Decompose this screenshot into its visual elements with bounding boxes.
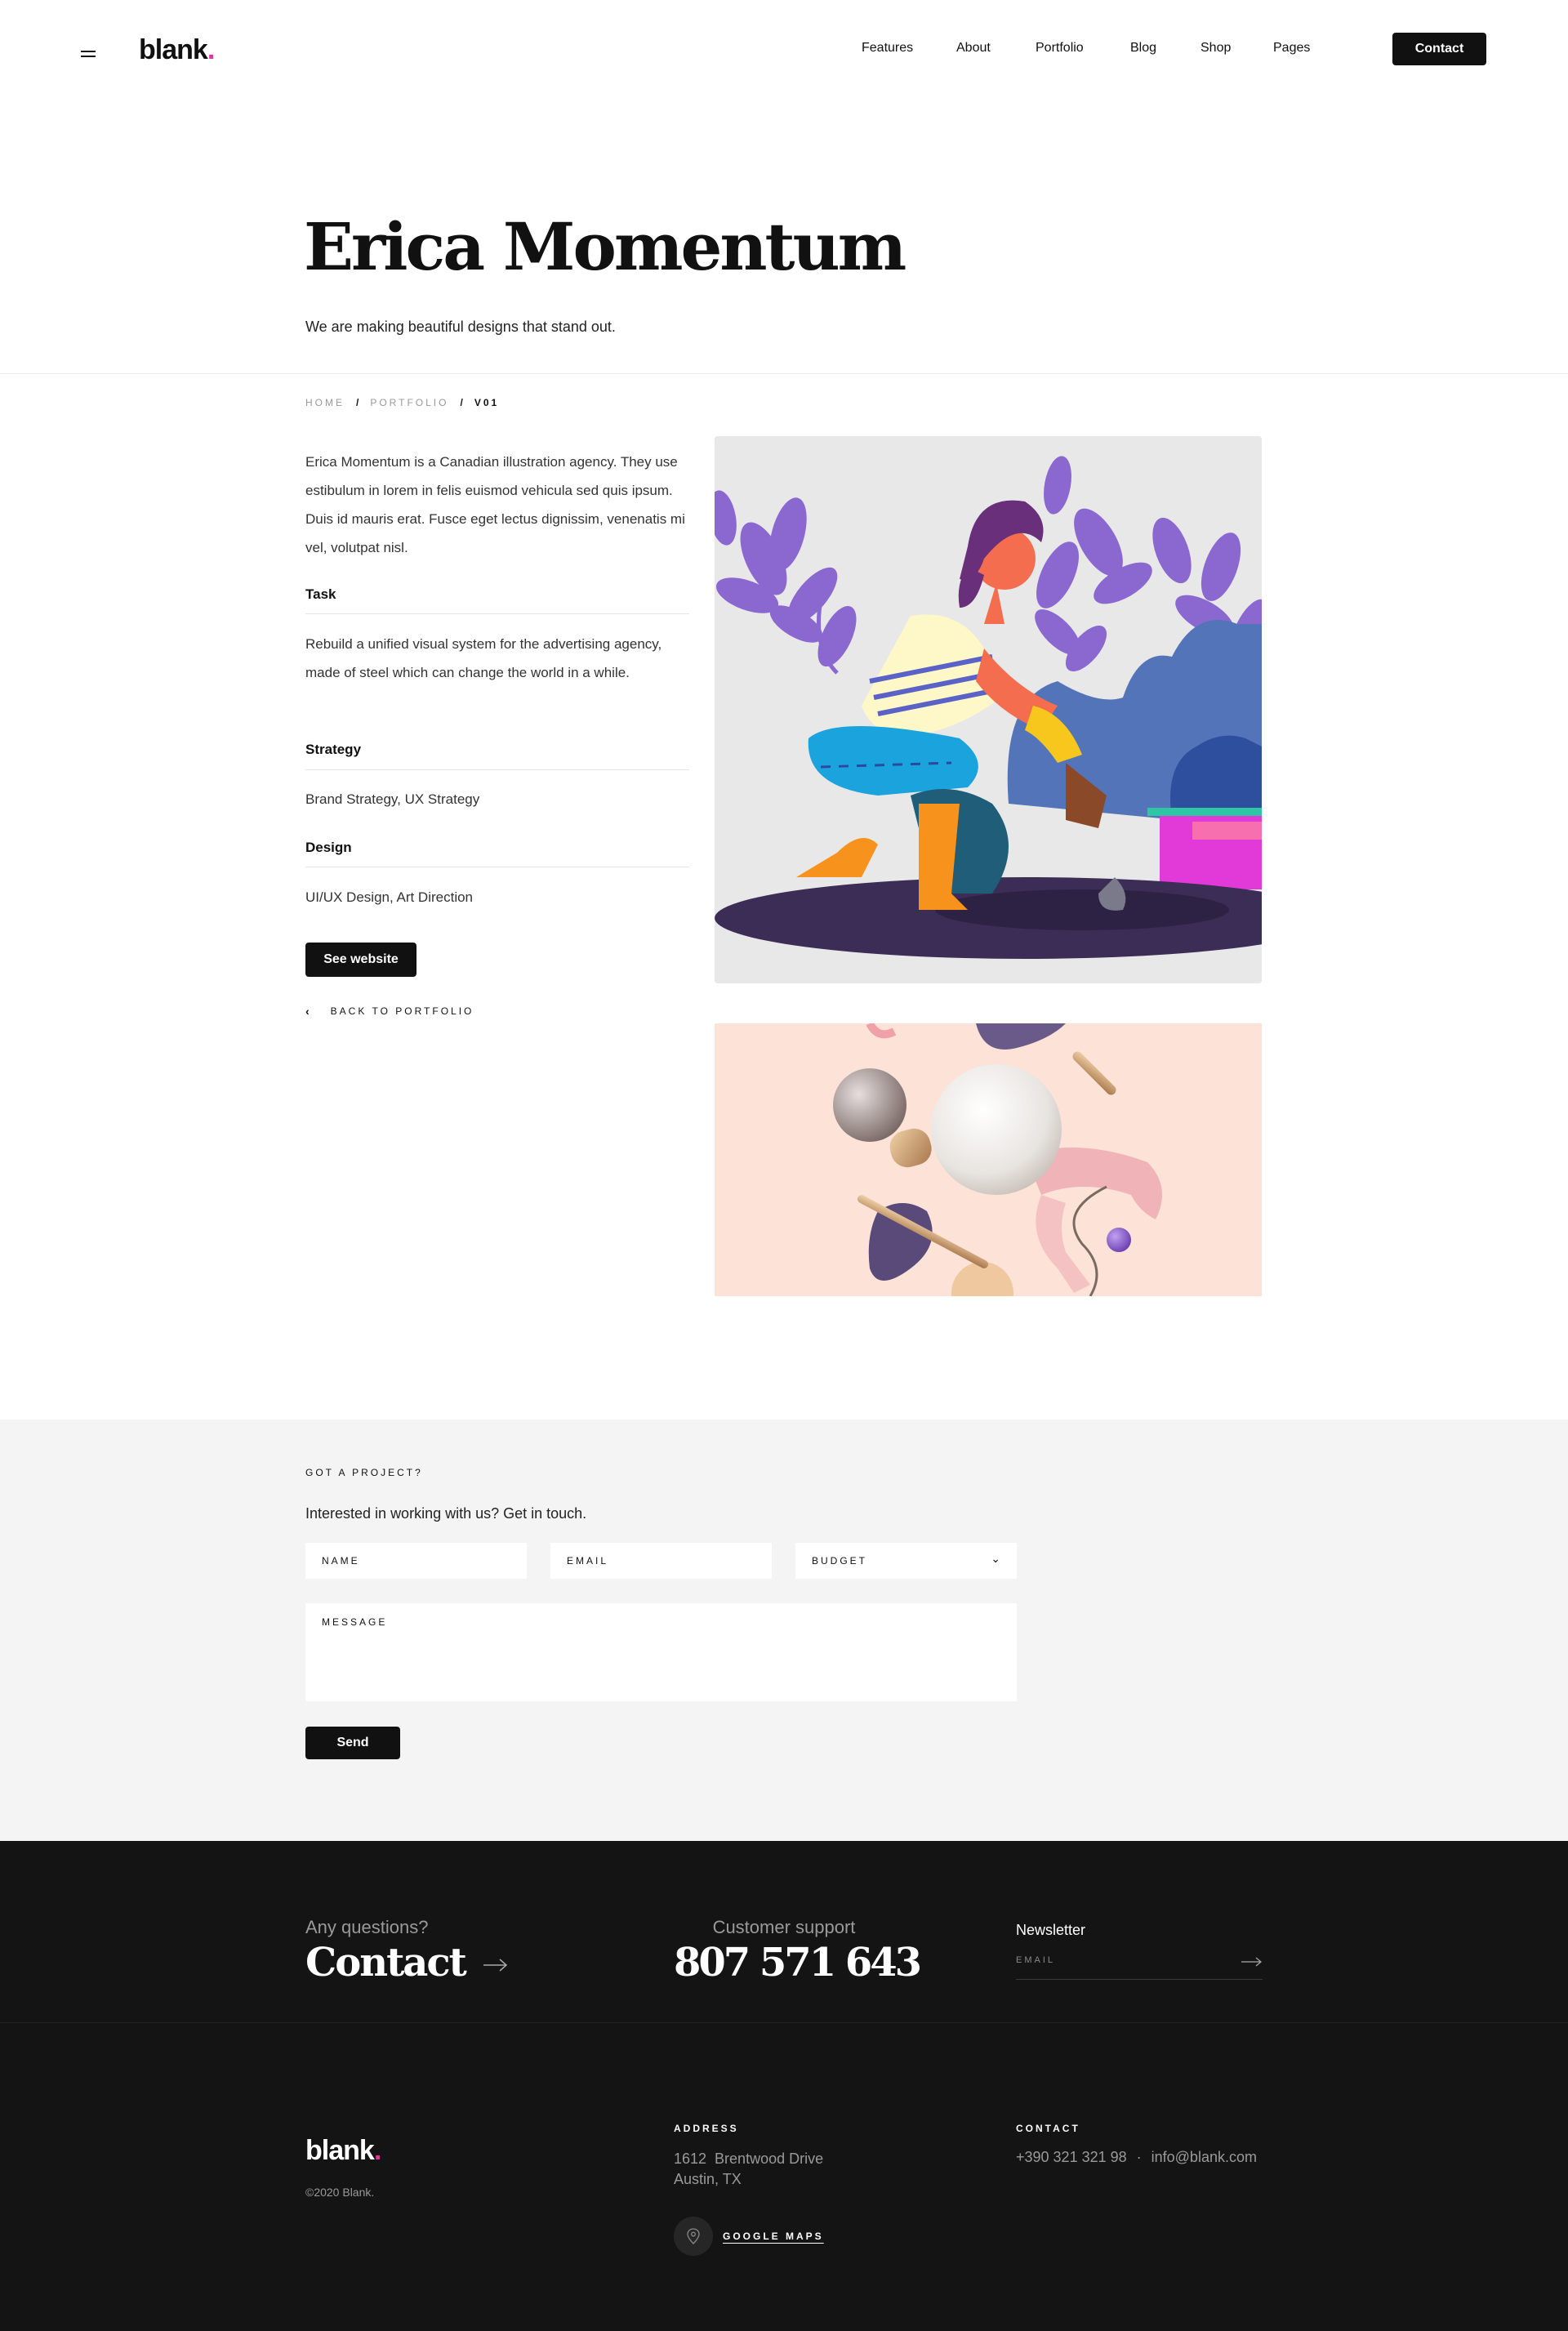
contact-phone[interactable]: +390 321 321 98 — [1016, 2149, 1127, 2166]
site-header: blank. Features About Portfolio Blog Sho… — [0, 0, 1568, 98]
strategy-heading: Strategy — [305, 742, 362, 757]
footer-logo-text: blank — [305, 2135, 375, 2166]
header-contact-button[interactable]: Contact — [1392, 33, 1486, 65]
contact-label: CONTACT — [1016, 2123, 1080, 2134]
site-footer — [0, 1841, 1568, 2331]
copyright: ©2020 Blank. — [305, 2186, 375, 2199]
email-field[interactable]: EMAIL — [550, 1543, 772, 1579]
budget-select[interactable]: BUDGET ⌄ — [795, 1543, 1017, 1579]
nav-shop[interactable]: Shop — [1200, 41, 1231, 56]
breadcrumb: HOME / PORTFOLIO / V01 — [305, 397, 499, 408]
contact-info: +390 321 321 98 · info@blank.com — [1016, 2149, 1257, 2166]
task-text: Rebuild a unified visual system for the … — [305, 636, 662, 680]
footer-contact-label: Contact — [305, 1940, 467, 1986]
form-lead: Interested in working with us? Get in to… — [305, 1505, 587, 1522]
footer-question: Any questions? — [305, 1917, 429, 1937]
page-title: Erica Momentum — [304, 208, 906, 285]
address: 1612 Brentwood Drive Austin, TX — [674, 2149, 823, 2190]
nav-pages[interactable]: Pages — [1273, 41, 1310, 56]
message-field[interactable]: MESSAGE — [305, 1603, 1017, 1701]
logo-text: blank — [139, 34, 208, 65]
google-maps-link[interactable]: GOOGLE MAPS — [723, 2231, 824, 2242]
project-illustration-gardener — [715, 436, 1262, 983]
footer-logo[interactable]: blank. — [305, 2135, 381, 2167]
project-intro: Erica Momentum is a Canadian illustratio… — [305, 454, 685, 555]
name-field[interactable]: NAME — [305, 1543, 527, 1579]
back-to-portfolio-link[interactable]: ‹ BACK TO PORTFOLIO — [305, 1005, 474, 1018]
budget-select-label: BUDGET — [812, 1555, 868, 1567]
footer-support-label: Customer support — [712, 1917, 856, 1937]
contact-email[interactable]: info@blank.com — [1152, 2149, 1257, 2166]
see-website-button[interactable]: See website — [305, 943, 416, 977]
nav-about[interactable]: About — [956, 41, 991, 56]
chevron-left-icon: ‹ — [305, 1005, 310, 1018]
nav-features[interactable]: Features — [862, 41, 913, 56]
footer-divider — [0, 2022, 1568, 2023]
page-subtitle: We are making beautiful designs that sta… — [305, 319, 616, 335]
contact-separator: · — [1136, 2149, 1142, 2165]
newsletter-email-placeholder: EMAIL — [1016, 1955, 1056, 1965]
map-pin-icon[interactable] — [674, 2217, 713, 2256]
breadcrumb-separator: / — [356, 397, 359, 408]
address-label: ADDRESS — [674, 2123, 739, 2134]
footer-contact-link[interactable]: Contact — [305, 1940, 508, 1986]
logo-dot: . — [207, 34, 216, 65]
chevron-down-icon: ⌄ — [991, 1552, 1000, 1565]
breadcrumb-separator: / — [460, 397, 463, 408]
newsletter-heading: Newsletter — [1016, 1922, 1086, 1938]
address-line1: 1612 Brentwood Drive — [674, 2150, 824, 2167]
arrow-right-icon[interactable] — [1241, 1957, 1263, 1967]
breadcrumb-home[interactable]: HOME — [305, 397, 345, 408]
form-eyebrow: GOT A PROJECT? — [305, 1467, 423, 1478]
task-heading: Task — [305, 586, 336, 602]
design-text: UI/UX Design, Art Direction — [305, 889, 474, 905]
project-image-3d-shapes — [715, 1023, 1262, 1296]
footer-phone[interactable]: 807 571 643 — [674, 1940, 922, 1986]
nav-blog[interactable]: Blog — [1130, 41, 1156, 56]
newsletter-email-input[interactable]: EMAIL — [1016, 1955, 1263, 1980]
menu-icon[interactable] — [81, 51, 96, 59]
task-divider — [305, 613, 689, 614]
send-button[interactable]: Send — [305, 1727, 400, 1759]
nav-portfolio[interactable]: Portfolio — [1036, 41, 1084, 56]
design-heading: Design — [305, 840, 352, 855]
footer-logo-dot: . — [373, 2135, 382, 2166]
site-logo[interactable]: blank. — [139, 34, 216, 66]
strategy-divider — [305, 769, 689, 770]
address-line2: Austin, TX — [674, 2171, 742, 2187]
hero-divider — [0, 373, 1568, 374]
arrow-right-icon — [483, 1959, 507, 1972]
breadcrumb-current: V01 — [474, 397, 500, 408]
strategy-text: Brand Strategy, UX Strategy — [305, 791, 480, 807]
breadcrumb-portfolio[interactable]: PORTFOLIO — [370, 397, 448, 408]
back-link-label: BACK TO PORTFOLIO — [330, 1005, 474, 1017]
